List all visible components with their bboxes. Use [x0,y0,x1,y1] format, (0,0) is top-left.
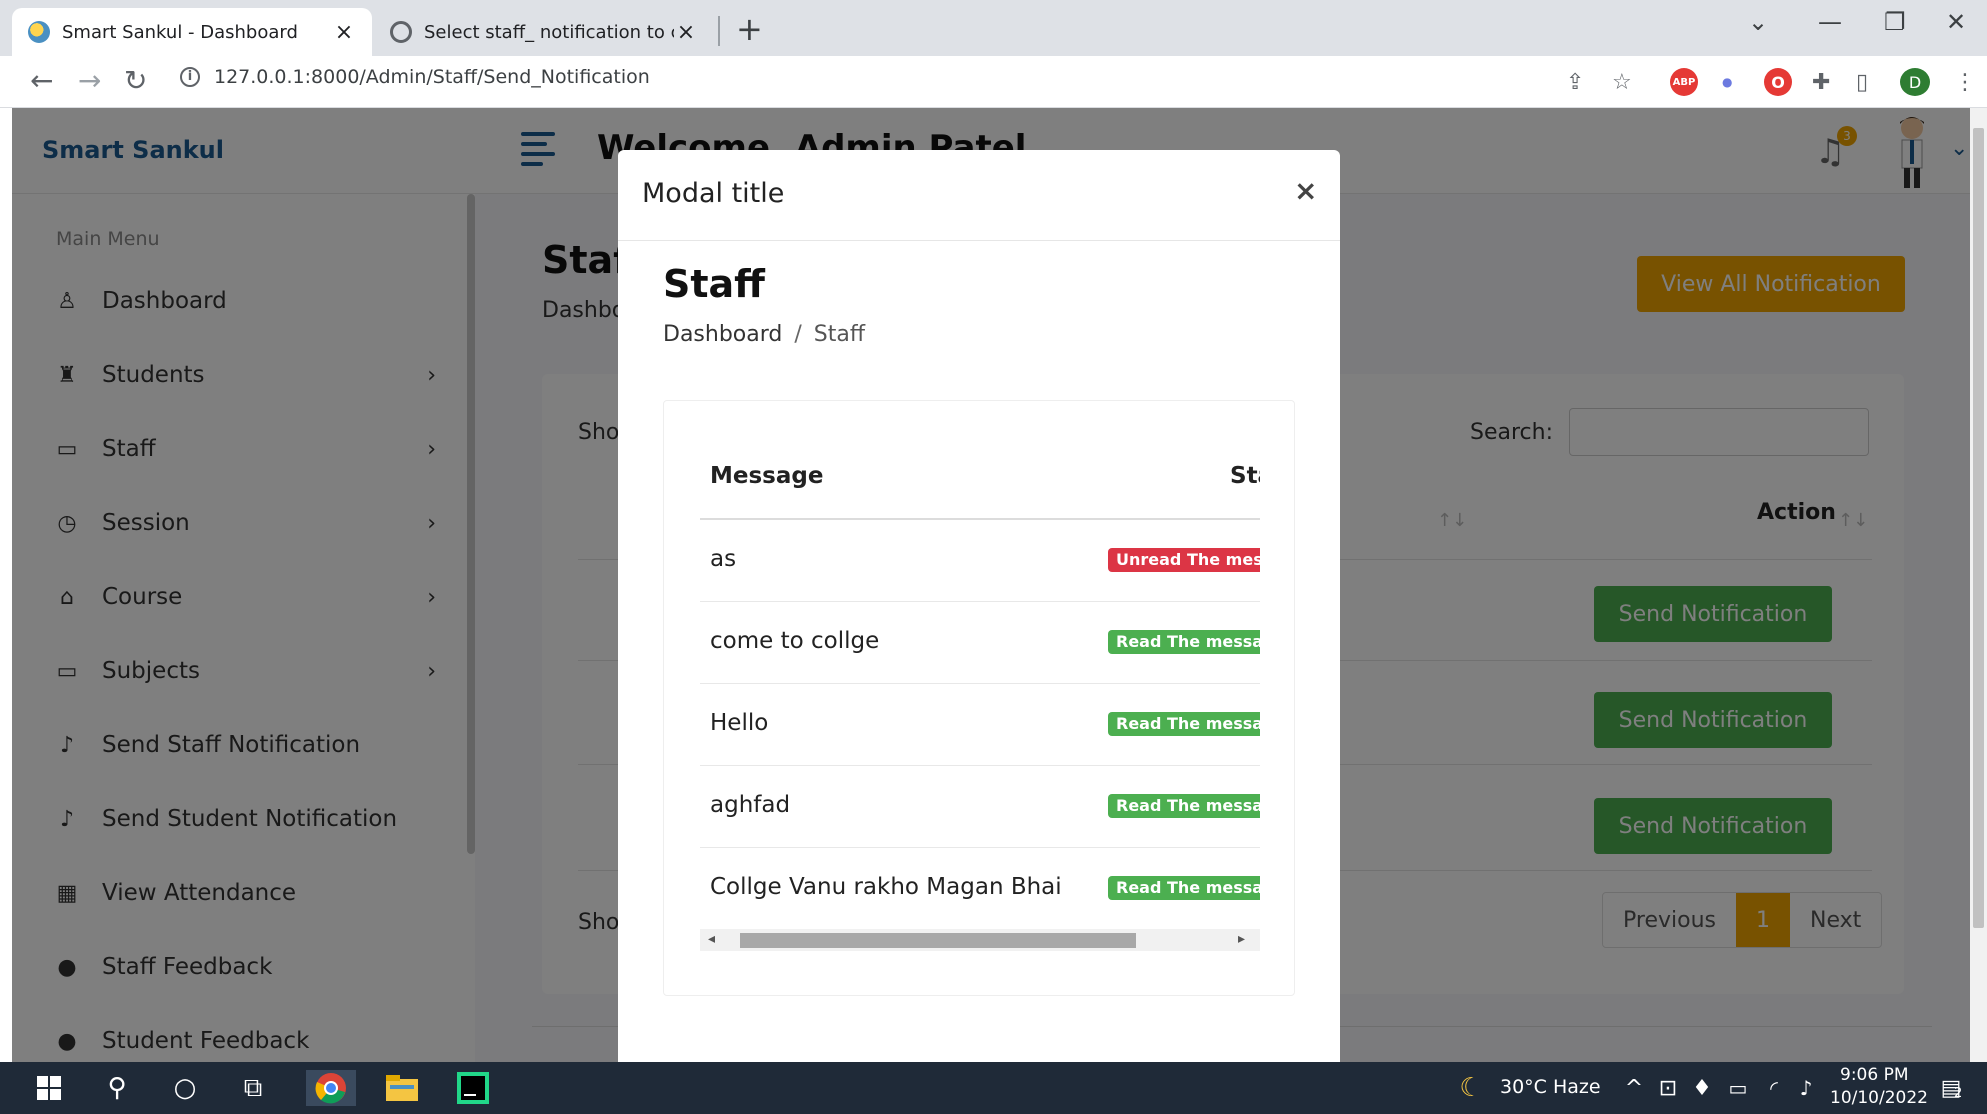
site-info-icon[interactable]: i [180,67,200,87]
messages-table-card: Message Status as Unread The message com… [663,400,1295,996]
modal-close-icon[interactable]: × [1294,174,1317,207]
cortana-icon[interactable]: ○ [170,1070,200,1106]
windows-start-icon[interactable] [34,1070,64,1106]
page-scrollbar-thumb[interactable] [1973,128,1984,928]
side-panel-icon[interactable]: ▯ [1856,68,1868,96]
onedrive-icon[interactable]: ⊡ [1656,1070,1680,1106]
notification-modal: Modal title × Staff Dashboard / Staff Me… [618,150,1340,1062]
message-cell: Hello [710,710,769,736]
windows-taskbar: ⚲ ○ ⧉ ☾ 30°C Haze ^ ⊡ ♦ ▭ ◜ ♪ 9:06 PM 10… [0,1062,1987,1114]
tab-title: Smart Sankul - Dashboard [62,21,298,43]
minimize-icon[interactable]: — [1818,8,1842,36]
modal-breadcrumb: Dashboard / Staff [663,322,865,347]
opera-extension-icon[interactable]: O [1764,68,1792,96]
globe-icon [390,21,412,43]
modal-title: Modal title [642,178,785,209]
url-text: 127.0.0.1:8000/Admin/Staff/Send_Notifica… [214,66,650,88]
status-badge: Unread The message [1108,548,1260,572]
weather-moon-icon[interactable]: ☾ [1456,1070,1486,1106]
browser-tab-bar: Smart Sankul - Dashboard × Select staff_… [0,0,1987,56]
message-cell: Collge Vanu rakho Magan Bhai [710,874,1062,900]
search-icon[interactable]: ⚲ [102,1070,132,1106]
profile-avatar[interactable]: D [1900,68,1930,96]
browser-toolbar: ← → ↻ i 127.0.0.1:8000/Admin/Staff/Send_… [0,56,1987,108]
site-favicon-icon [28,21,50,43]
status-badge: Read The message [1108,794,1260,818]
address-bar[interactable]: i 127.0.0.1:8000/Admin/Staff/Send_Notifi… [180,66,650,88]
close-tab-icon[interactable]: × [674,20,698,45]
notification-center-icon[interactable]: ▤ [1934,1070,1968,1106]
tab-smart-sankul-dashboard[interactable]: Smart Sankul - Dashboard × [12,8,372,56]
message-cell: as [710,546,737,572]
browser-menu-icon[interactable]: ⋮ [1954,68,1976,96]
status-badge: Read The message [1108,712,1260,736]
table-row: Collge Vanu rakho Magan Bhai Read The me… [700,848,1260,930]
back-icon[interactable]: ← [30,64,53,97]
scrollbar-thumb[interactable] [740,933,1136,948]
pycharm-icon[interactable] [456,1070,490,1106]
show-hidden-icons-chevron-icon[interactable]: ^ [1622,1070,1646,1106]
chrome-taskbar-icon[interactable] [306,1070,356,1106]
clock-date[interactable]: 10/10/2022 [1830,1088,1928,1108]
tab-search-chevron-icon[interactable]: ⌄ [1748,8,1768,36]
status-badge: Read The message [1108,876,1260,900]
page-scrollbar[interactable] [1970,108,1987,1062]
forward-icon[interactable]: → [78,64,101,97]
volume-icon[interactable]: ♪ [1794,1070,1818,1106]
column-header-message[interactable]: Message [710,463,823,489]
clock-time[interactable]: 9:06 PM [1840,1065,1909,1085]
extensions-puzzle-icon[interactable]: ✚ [1812,68,1830,96]
breadcrumb-dashboard[interactable]: Dashboard [663,322,782,347]
tab-separator [718,16,720,46]
scroll-right-icon[interactable]: ▸ [1238,931,1245,947]
new-tab-icon[interactable]: + [736,10,763,48]
microphone-icon[interactable]: ♦ [1690,1070,1714,1106]
restore-icon[interactable]: ❐ [1884,8,1906,36]
close-tab-icon[interactable]: × [332,20,356,45]
table-row: Hello Read The message [700,684,1260,766]
bookmark-star-icon[interactable]: ☆ [1612,68,1632,96]
tab-select-staff-notification[interactable]: Select staff_ notification to chang × [374,8,714,56]
column-header-status[interactable]: Status [1230,463,1260,489]
notification-center-count: 2 [1954,1086,1963,1101]
breadcrumb-separator: / [794,322,802,347]
status-badge: Read The message [1108,630,1260,654]
extension-dot-icon[interactable]: ● [1722,68,1732,96]
scroll-left-icon[interactable]: ◂ [708,931,715,947]
weather-text[interactable]: 30°C Haze [1500,1076,1601,1098]
file-explorer-icon[interactable] [382,1070,422,1106]
table-row: as Unread The message [700,520,1260,602]
task-view-icon[interactable]: ⧉ [238,1070,268,1106]
share-icon[interactable]: ⇪ [1566,68,1584,96]
breadcrumb-current: Staff [813,322,866,347]
wifi-icon[interactable]: ◜ [1762,1070,1786,1106]
close-window-icon[interactable]: ✕ [1946,8,1966,36]
screen: Smart Sankul - Dashboard × Select staff_… [0,0,1987,1114]
messages-table[interactable]: Message Status as Unread The message com… [700,401,1260,991]
message-cell: aghfad [710,792,791,818]
message-cell: come to collge [710,628,880,654]
table-row: aghfad Read The message [700,766,1260,848]
battery-icon[interactable]: ▭ [1724,1070,1752,1106]
reload-icon[interactable]: ↻ [124,64,147,97]
modal-header: Modal title × [618,150,1340,241]
table-row: come to collge Read The message [700,602,1260,684]
tab-title: Select staff_ notification to chang [424,21,674,43]
table-horizontal-scrollbar[interactable]: ◂ ▸ [700,929,1260,951]
adblock-extension-icon[interactable]: ABP [1670,68,1698,96]
modal-page-title: Staff [663,262,765,306]
